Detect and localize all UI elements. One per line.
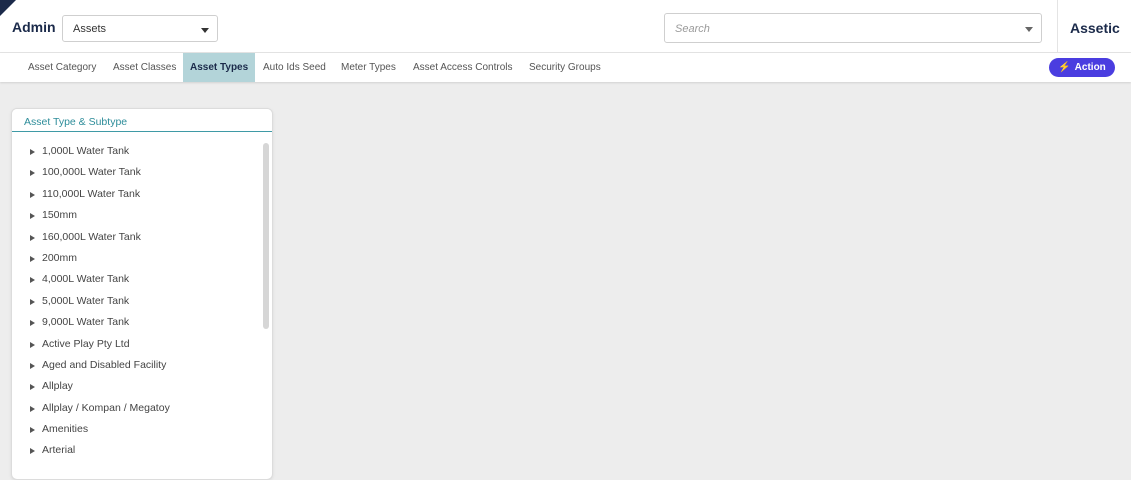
expand-arrow-icon[interactable] (30, 320, 35, 327)
tree-item[interactable]: 200mm (12, 248, 260, 269)
tree-item[interactable]: Amenities (12, 419, 260, 440)
module-select-value: Assets (73, 23, 107, 35)
tree-item-label: 9,000L Water Tank (42, 316, 130, 329)
tree-item[interactable]: Arterial (12, 440, 260, 461)
tab-asset-classes[interactable]: Asset Classes (106, 53, 183, 82)
search-dropdown-icon[interactable] (1025, 27, 1033, 32)
tree-item[interactable]: 160,000L Water Tank (12, 227, 260, 248)
tab-asset-types[interactable]: Asset Types (183, 53, 256, 82)
expand-arrow-icon[interactable] (30, 255, 35, 262)
tree-item[interactable]: 110,000L Water Tank (12, 184, 260, 205)
corner-accent (0, 0, 16, 16)
brand-logo: Assetic (1070, 20, 1120, 36)
tree-item-label: 1,000L Water Tank (42, 145, 130, 157)
expand-arrow-icon[interactable] (30, 298, 35, 305)
panel-title: Asset Type & Subtype (24, 116, 128, 128)
tree-item-label: Active Play Pty Ltd (42, 337, 130, 350)
tree-item-label: 160,000L Water Tank (42, 230, 141, 243)
search-box[interactable] (664, 13, 1042, 43)
tree-item[interactable]: Active Play Pty Ltd (12, 334, 260, 355)
expand-arrow-icon[interactable] (30, 384, 35, 391)
tab-bar: Asset Category Asset Classes Asset Types… (0, 53, 1131, 82)
header-divider (1057, 0, 1058, 52)
top-bar: Admin Assets Assetic (0, 0, 1131, 53)
lightning-bolt-icon: ⚡ (1058, 61, 1071, 73)
admin-title: Admin (12, 19, 56, 35)
expand-arrow-icon[interactable] (30, 448, 35, 455)
module-select[interactable]: Assets (62, 15, 218, 42)
search-input[interactable] (673, 20, 1007, 38)
expand-arrow-icon[interactable] (30, 427, 35, 434)
tree-item[interactable]: 100,000L Water Tank (12, 162, 260, 183)
tree-item-label: 200mm (42, 251, 78, 264)
tree-item[interactable]: 150mm (12, 205, 260, 226)
tab-asset-access-controls[interactable]: Asset Access Controls (406, 53, 519, 82)
expand-arrow-icon[interactable] (30, 341, 35, 348)
tree-item-label: Allplay / Kompan / Megatoy (42, 401, 170, 414)
chevron-down-icon (201, 28, 209, 33)
expand-arrow-icon[interactable] (30, 362, 35, 369)
action-button[interactable]: ⚡ Action (1049, 58, 1115, 77)
tree-item[interactable]: 9,000L Water Tank (12, 312, 260, 333)
expand-arrow-icon[interactable] (30, 405, 35, 412)
expand-arrow-icon[interactable] (30, 170, 35, 177)
tab-security-groups[interactable]: Security Groups (522, 53, 608, 82)
tree-item-label: 4,000L Water Tank (42, 273, 130, 286)
scrollbar[interactable] (263, 143, 269, 329)
tree-item[interactable]: 5,000L Water Tank (12, 291, 260, 312)
tree-item[interactable]: Allplay (12, 376, 260, 397)
panel-header: Asset Type & Subtype (12, 109, 272, 132)
tree-item-label: Allplay (42, 380, 73, 393)
tree-item-label: 5,000L Water Tank (42, 294, 130, 307)
tree-item[interactable]: Aged and Disabled Facility (12, 355, 260, 376)
tree-item[interactable]: 4,000L Water Tank (12, 269, 260, 290)
tree-item-label: 150mm (42, 209, 78, 222)
tree-item[interactable]: Allplay / Kompan / Megatoy (12, 398, 260, 419)
asset-type-tree: 1,000L Water Tank 100,000L Water Tank 110,… (12, 141, 260, 462)
tree-item-label: Aged and Disabled Facility (42, 358, 167, 371)
tab-auto-ids-seed[interactable]: Auto Ids Seed (256, 53, 333, 82)
action-button-label: Action (1074, 62, 1106, 73)
tree-item[interactable]: 1,000L Water Tank (12, 141, 260, 162)
tree-item-label: 100,000L Water Tank (42, 166, 141, 179)
expand-arrow-icon[interactable] (30, 213, 35, 220)
expand-arrow-icon[interactable] (30, 191, 35, 198)
asset-type-panel: Asset Type & Subtype 1,000L Water Tank 10… (11, 108, 273, 480)
tree-item-label: Arterial (42, 444, 76, 457)
expand-arrow-icon[interactable] (30, 234, 35, 241)
expand-arrow-icon[interactable] (30, 277, 35, 284)
expand-arrow-icon[interactable] (30, 149, 35, 155)
tab-meter-types[interactable]: Meter Types (334, 53, 403, 82)
tree-item-label: 110,000L Water Tank (42, 187, 141, 200)
tree-item-label: Amenities (42, 423, 89, 436)
tab-asset-category[interactable]: Asset Category (21, 53, 103, 82)
